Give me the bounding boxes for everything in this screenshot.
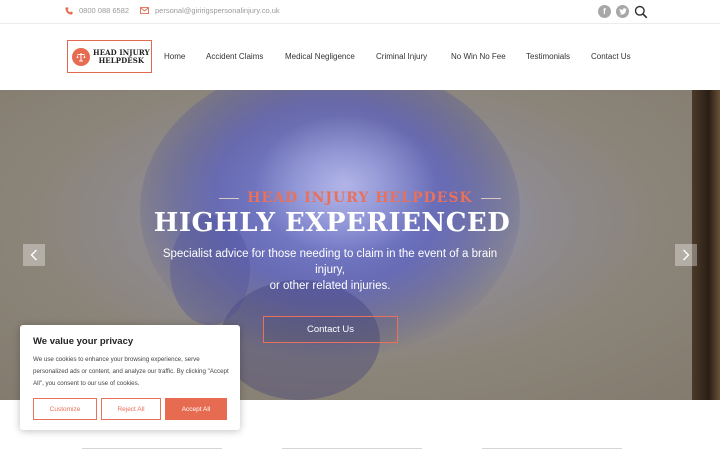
feature-card-top-edge xyxy=(282,448,422,449)
nav-medical-negligence[interactable]: Medical Negligence xyxy=(285,52,355,61)
slider-next-button[interactable] xyxy=(675,244,697,266)
kicker-line-left xyxy=(219,197,240,199)
contact-us-button[interactable]: Contact Us xyxy=(263,316,398,343)
nav-accident-claims[interactable]: Accident Claims xyxy=(206,52,263,61)
feature-card-top-edge xyxy=(82,448,222,449)
search-icon[interactable] xyxy=(634,5,648,19)
accept-all-button[interactable]: Accept All xyxy=(165,398,227,420)
nav-criminal-injury[interactable]: Criminal Injury xyxy=(376,52,427,61)
twitter-icon[interactable] xyxy=(616,5,629,18)
cookie-consent-banner: We value your privacy We use cookies to … xyxy=(20,325,240,430)
feature-card-top-edge xyxy=(482,448,622,449)
chevron-left-icon xyxy=(30,249,37,261)
nav-home[interactable]: Home xyxy=(164,52,185,61)
chevron-right-icon xyxy=(683,249,690,261)
phone-number: 0800 088 6582 xyxy=(79,6,130,15)
brain-scales-icon xyxy=(72,47,90,66)
hero-subtitle-line-2: or other related injuries. xyxy=(269,280,391,292)
site-header: HEAD INJURY HELPDESK Home Accident Claim… xyxy=(0,24,720,90)
mail-icon xyxy=(140,7,149,14)
hero-subtitle-line-1: Specialist advice for those needing to c… xyxy=(162,248,498,276)
cookie-title: We value your privacy xyxy=(33,336,134,347)
nav-contact-us[interactable]: Contact Us xyxy=(591,52,631,61)
logo-text: HEAD INJURY HELPDESK xyxy=(93,48,150,65)
kicker-line-right xyxy=(480,197,501,199)
nav-testimonials[interactable]: Testimonials xyxy=(526,52,570,61)
top-bar: 0800 088 6582 personal@giririgspersonali… xyxy=(0,0,720,24)
facebook-icon[interactable]: f xyxy=(598,5,611,18)
logo-line-2: HELPDESK xyxy=(98,55,145,65)
email-contact[interactable]: personal@giririgspersonalinjury.co.uk xyxy=(140,6,280,15)
hero-subtitle: Specialist advice for those needing to c… xyxy=(150,246,510,294)
slider-prev-button[interactable] xyxy=(23,244,45,266)
site-logo[interactable]: HEAD INJURY HELPDESK xyxy=(67,40,152,73)
phone-contact[interactable]: 0800 088 6582 xyxy=(65,6,129,15)
reject-all-button[interactable]: Reject All xyxy=(101,398,161,420)
hero-kicker-row: HEAD INJURY HELPDESK xyxy=(0,190,720,206)
phone-icon xyxy=(65,6,73,15)
hero-kicker: HEAD INJURY HELPDESK xyxy=(247,190,473,206)
customize-button[interactable]: Customize xyxy=(33,398,97,420)
nav-no-win-no-fee[interactable]: No Win No Fee xyxy=(451,52,506,61)
page: 0800 088 6582 personal@giririgspersonali… xyxy=(0,0,720,450)
hero-title: HIGHLY EXPERIENCED xyxy=(153,208,511,238)
email-address: personal@giririgspersonalinjury.co.uk xyxy=(155,6,280,15)
cookie-description: We use cookies to enhance your browsing … xyxy=(33,356,229,387)
